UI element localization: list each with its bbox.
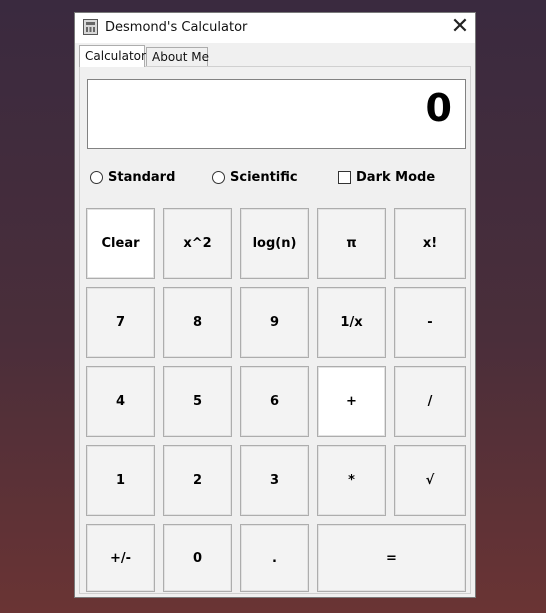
digit-0-button[interactable]: 0 bbox=[163, 524, 232, 592]
digit-2-button[interactable]: 2 bbox=[163, 445, 232, 516]
divide-button[interactable]: / bbox=[394, 366, 466, 437]
digit-8-button[interactable]: 8 bbox=[163, 287, 232, 358]
digit-3-button[interactable]: 3 bbox=[240, 445, 309, 516]
reciprocal-button[interactable]: 1/x bbox=[317, 287, 386, 358]
square-root-button[interactable]: √ bbox=[394, 445, 466, 516]
digit-6-button[interactable]: 6 bbox=[240, 366, 309, 437]
checkbox-square-icon bbox=[338, 171, 351, 184]
digit-7-button[interactable]: 7 bbox=[86, 287, 155, 358]
title-bar[interactable]: Desmond's Calculator ✕ bbox=[75, 13, 475, 43]
multiply-button[interactable]: * bbox=[317, 445, 386, 516]
digit-1-button[interactable]: 1 bbox=[86, 445, 155, 516]
square-button[interactable]: x^2 bbox=[163, 208, 232, 279]
log-button[interactable]: log(n) bbox=[240, 208, 309, 279]
digit-4-button[interactable]: 4 bbox=[86, 366, 155, 437]
calculator-panel: 0 Standard Scientific Dark Mode Clear x^… bbox=[79, 66, 471, 594]
calculator-window: Desmond's Calculator ✕ Calculator About … bbox=[74, 12, 476, 598]
subtract-button[interactable]: - bbox=[394, 287, 466, 358]
calculator-app-icon bbox=[83, 19, 98, 35]
add-button[interactable]: + bbox=[317, 366, 386, 437]
radio-circle-icon bbox=[90, 171, 103, 184]
result-display: 0 bbox=[87, 79, 466, 149]
pi-button[interactable]: π bbox=[317, 208, 386, 279]
digit-9-button[interactable]: 9 bbox=[240, 287, 309, 358]
equals-button[interactable]: = bbox=[317, 524, 466, 592]
standard-mode-label: Standard bbox=[108, 170, 176, 185]
scientific-mode-label: Scientific bbox=[230, 170, 298, 185]
display-value: 0 bbox=[425, 86, 453, 130]
radio-circle-icon bbox=[212, 171, 225, 184]
decimal-button[interactable]: . bbox=[240, 524, 309, 592]
factorial-button[interactable]: x! bbox=[394, 208, 466, 279]
digit-5-button[interactable]: 5 bbox=[163, 366, 232, 437]
tab-calculator[interactable]: Calculator bbox=[79, 45, 146, 67]
clear-button[interactable]: Clear bbox=[86, 208, 155, 279]
negate-button[interactable]: +/- bbox=[86, 524, 155, 592]
window-title: Desmond's Calculator bbox=[105, 20, 248, 35]
dark-mode-label: Dark Mode bbox=[356, 170, 436, 185]
tab-about-me[interactable]: About Me bbox=[146, 47, 209, 66]
close-button[interactable]: ✕ bbox=[445, 13, 475, 43]
